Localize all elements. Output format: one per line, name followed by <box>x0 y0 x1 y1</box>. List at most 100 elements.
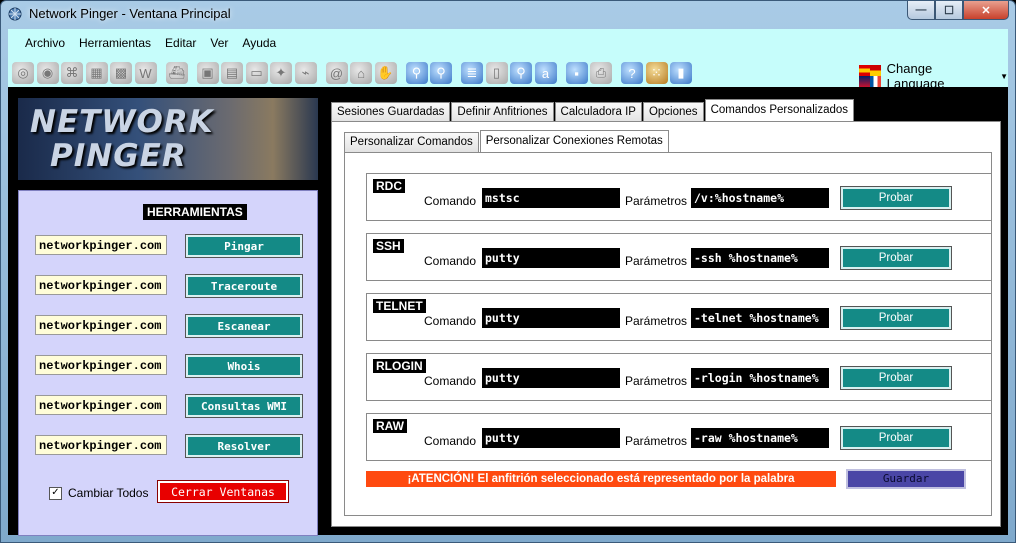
wmi-query-button[interactable]: Consultas WMI <box>185 394 303 418</box>
sub-tabs: Personalizar Comandos Personalizar Conex… <box>344 130 670 152</box>
globe-icon[interactable]: ◎ <box>12 62 34 84</box>
floppy-save-icon[interactable]: ▪ <box>565 62 588 84</box>
command-label: Comando <box>424 434 477 448</box>
command-input[interactable]: putty <box>482 428 620 448</box>
command-input[interactable]: putty <box>482 368 620 388</box>
title-bar[interactable]: Network Pinger - Ventana Principal — ☐ ✕ <box>1 1 1015 27</box>
zoom-icon[interactable]: ⚲ <box>405 62 428 84</box>
command-input[interactable]: mstsc <box>482 188 620 208</box>
test-button[interactable]: Probar <box>840 426 952 450</box>
command-label: Comando <box>424 374 477 388</box>
test-button[interactable]: Probar <box>840 306 952 330</box>
host-input-resolve[interactable]: networkpinger.com <box>35 435 167 455</box>
toolbar-separator <box>399 62 403 84</box>
maximize-button[interactable]: ☐ <box>935 1 963 20</box>
test-button[interactable]: Probar <box>840 366 952 390</box>
params-label: Parámetros <box>625 434 688 448</box>
monitor-icon[interactable]: ▭ <box>245 62 268 84</box>
minimize-button[interactable]: — <box>907 1 935 20</box>
command-label: Comando <box>424 314 477 328</box>
pages-icon[interactable]: ▯ <box>485 62 508 84</box>
command-label: Comando <box>424 194 477 208</box>
menu-ayuda[interactable]: Ayuda <box>235 36 283 50</box>
whois-button[interactable]: Whois <box>185 354 303 378</box>
network-computers-icon[interactable]: ▣ <box>196 62 219 84</box>
chevron-down-icon: ▼ <box>1000 71 1008 81</box>
zoom-globe-icon[interactable]: ⚲ <box>430 62 452 84</box>
host-input-whois[interactable]: networkpinger.com <box>35 355 167 375</box>
ping-button[interactable]: Pingar <box>185 234 303 258</box>
close-button[interactable]: ✕ <box>963 1 1009 20</box>
connection-row-rlogin: RLOGIN Comando putty Parámetros -rlogin … <box>366 353 992 401</box>
address-icon[interactable]: @ <box>325 62 348 84</box>
checkbox-checked-icon[interactable]: ✓ <box>49 486 62 500</box>
menu-toolbar-area: Archivo Herramientas Editar Ver Ayuda ◎ … <box>8 29 1008 91</box>
params-input[interactable]: -rlogin %hostname% <box>691 368 829 388</box>
params-input[interactable]: -raw %hostname% <box>691 428 829 448</box>
command-input[interactable]: putty <box>482 248 620 268</box>
tab-options[interactable]: Opciones <box>642 102 704 122</box>
host-input-scan[interactable]: networkpinger.com <box>35 315 167 335</box>
language-flags-icon <box>859 65 881 87</box>
menu-editar[interactable]: Editar <box>158 36 203 50</box>
search-globe-icon[interactable]: ◉ <box>36 62 59 84</box>
toolbar-separator <box>615 62 619 84</box>
exit-door-icon[interactable]: ▮ <box>670 62 692 84</box>
text-a-icon[interactable]: a <box>534 62 557 84</box>
menu-archivo[interactable]: Archivo <box>18 36 72 50</box>
server-stack-icon[interactable]: ≣ <box>461 62 483 84</box>
params-label: Parámetros <box>625 374 688 388</box>
help-icon[interactable]: ? <box>621 62 643 84</box>
bank-icon[interactable]: ⌂ <box>350 62 372 84</box>
params-label: Parámetros <box>625 314 688 328</box>
change-all-checkbox[interactable]: ✓ Cambiar Todos <box>49 486 148 500</box>
scan-button[interactable]: Escanear <box>185 314 303 338</box>
hand-icon[interactable]: ✋ <box>374 62 397 84</box>
test-button[interactable]: Probar <box>840 186 952 210</box>
connection-name: SSH <box>373 239 404 253</box>
connection-name: TELNET <box>373 299 426 313</box>
connection-name: RLOGIN <box>373 359 426 373</box>
test-button[interactable]: Probar <box>840 246 952 270</box>
params-input[interactable]: -ssh %hostname% <box>691 248 829 268</box>
scan-grid-icon[interactable]: ▦ <box>85 62 108 84</box>
app-icon <box>8 7 22 21</box>
menu-ver[interactable]: Ver <box>203 36 235 50</box>
photo-icon[interactable]: ▤ <box>221 62 243 84</box>
menu-herramientas[interactable]: Herramientas <box>72 36 158 50</box>
host-input-ping[interactable]: networkpinger.com <box>35 235 167 255</box>
ship-icon[interactable]: ⛴ <box>165 62 188 84</box>
change-language-dropdown[interactable]: Change Language ▼ <box>859 61 1008 91</box>
close-windows-button[interactable]: Cerrar Ventanas <box>157 480 289 503</box>
satellite-icon[interactable]: ✦ <box>270 62 292 84</box>
wmi-icon[interactable]: W <box>134 62 157 84</box>
search-page-icon[interactable]: ⚲ <box>510 62 532 84</box>
host-input-wmi[interactable]: networkpinger.com <box>35 395 167 415</box>
command-input[interactable]: putty <box>482 308 620 328</box>
params-label: Parámetros <box>625 254 688 268</box>
left-panel: NETWORK PINGER HERRAMIENTAS networkpinge… <box>18 98 318 536</box>
tab-custom-commands[interactable]: Comandos Personalizados <box>704 99 855 121</box>
toolbar: ◎ ◉ ⌘ ▦ ▩ W ⛴ ▣ ▤ ▭ ✦ ⌁ @ ⌂ ✋ ⚲ ⚲ ≣ ▯ ⚲ … <box>12 60 695 86</box>
remote-connections-panel: RDC Comando mstsc Parámetros /v:%hostnam… <box>344 152 992 516</box>
host-input-traceroute[interactable]: networkpinger.com <box>35 275 167 295</box>
tab-saved-sessions[interactable]: Sesiones Guardadas <box>331 102 451 122</box>
tab-ip-calculator[interactable]: Calculadora IP <box>554 102 642 122</box>
network-grid-icon[interactable]: ▩ <box>110 62 132 84</box>
tab-define-hosts[interactable]: Definir Anfitriones <box>451 102 554 122</box>
subtab-customize-commands[interactable]: Personalizar Comandos <box>344 132 479 152</box>
params-input[interactable]: -telnet %hostname% <box>691 308 829 328</box>
right-panel: Sesiones Guardadas Definir Anfitriones C… <box>328 98 1006 534</box>
subtab-customize-remote-connections[interactable]: Personalizar Conexiones Remotas <box>479 130 669 152</box>
params-label: Parámetros <box>625 194 688 208</box>
warning-banner: ¡ATENCIÓN! El anfitrión seleccionado est… <box>366 471 836 487</box>
params-input[interactable]: /v:%hostname% <box>691 188 829 208</box>
connection-row-telnet: TELNET Comando putty Parámetros -telnet … <box>366 293 992 341</box>
whois-icon[interactable]: ⌘ <box>61 62 83 84</box>
save-button[interactable]: Guardar <box>846 469 966 489</box>
abacus-icon[interactable]: ⁙ <box>645 62 668 84</box>
traceroute-button[interactable]: Traceroute <box>185 274 303 298</box>
printer-icon[interactable]: ⎙ <box>590 62 612 84</box>
resolve-button[interactable]: Resolver <box>185 434 303 458</box>
plug-icon[interactable]: ⌁ <box>294 62 317 84</box>
